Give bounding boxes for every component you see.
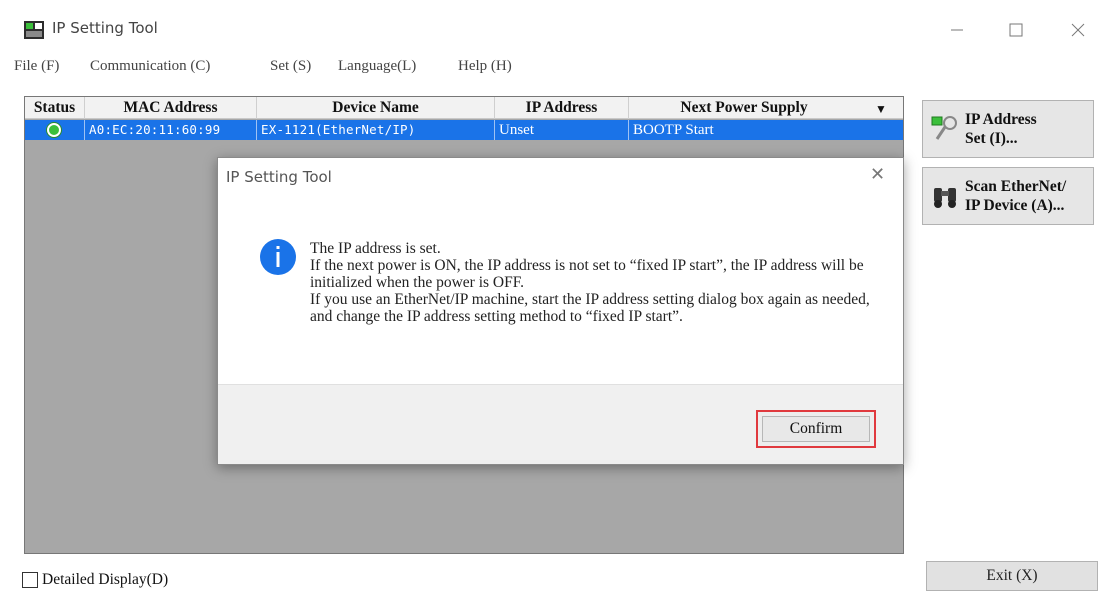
dialog-message: The IP address is set. If the next power…	[310, 240, 870, 325]
ip-address-set-button[interactable]: IP Address Set (I)...	[922, 100, 1094, 158]
close-button[interactable]	[1058, 14, 1098, 46]
device-name-cell: EX-1121(EtherNet/IP)	[257, 120, 495, 140]
mac-cell: A0:EC:20:11:60:99	[85, 120, 257, 140]
column-device-name[interactable]: Device Name	[257, 97, 495, 119]
dialog-title: IP Setting Tool	[226, 168, 332, 186]
app-icon	[24, 21, 44, 39]
checkbox-box[interactable]	[22, 572, 38, 588]
detailed-display-checkbox[interactable]: Detailed Display(D)	[22, 571, 168, 589]
close-icon	[1071, 23, 1085, 37]
column-ip-address[interactable]: IP Address	[495, 97, 629, 119]
menu-communication[interactable]: Communication (C)	[90, 58, 210, 75]
next-power-cell: BOOTP Start	[633, 122, 714, 138]
scan-device-button[interactable]: Scan EtherNet/ IP Device (A)...	[922, 167, 1094, 225]
dialog-footer: Confirm	[218, 384, 903, 464]
title-bar: IP Setting Tool	[0, 0, 1107, 52]
exit-button[interactable]: Exit (X)	[926, 561, 1098, 591]
menu-language[interactable]: Language(L)	[338, 58, 416, 75]
column-next-power-supply[interactable]: Next Power Supply	[629, 97, 859, 119]
message-dialog: IP Setting Tool ✕ The IP address is set.…	[217, 157, 904, 465]
menu-file[interactable]: File (F)	[14, 58, 59, 75]
message-line: If you use an EtherNet/IP machine, start…	[310, 291, 870, 325]
ip-address-cell: Unset	[495, 120, 629, 140]
table-header: Status MAC Address Device Name IP Addres…	[25, 97, 903, 119]
network-settings-icon	[931, 116, 957, 140]
column-status[interactable]: Status	[25, 97, 85, 119]
menu-bar: File (F) Communication (C) Set (S) Langu…	[0, 54, 900, 80]
detailed-display-label: Detailed Display(D)	[42, 571, 169, 588]
minimize-icon	[951, 29, 963, 31]
menu-help[interactable]: Help (H)	[458, 58, 512, 75]
confirm-highlight-box: Confirm	[756, 410, 876, 448]
message-line: If the next power is ON, the IP address …	[310, 257, 864, 291]
maximize-icon	[1009, 23, 1023, 37]
window-title: IP Setting Tool	[52, 19, 158, 37]
menu-set[interactable]: Set (S)	[270, 58, 311, 75]
maximize-button[interactable]	[996, 14, 1036, 46]
status-cell	[25, 120, 85, 140]
message-line: The IP address is set.	[310, 240, 441, 257]
status-online-icon	[47, 123, 61, 137]
binoculars-icon	[934, 188, 956, 208]
scan-device-label: Scan EtherNet/ IP Device (A)...	[965, 178, 1067, 214]
sort-down-icon[interactable]: ▼	[875, 98, 887, 120]
info-icon	[260, 239, 296, 275]
dialog-close-icon[interactable]: ✕	[870, 164, 885, 185]
table-row[interactable]: A0:EC:20:11:60:99 EX-1121(EtherNet/IP) U…	[25, 120, 903, 140]
minimize-button[interactable]	[937, 14, 977, 46]
confirm-button[interactable]: Confirm	[762, 416, 870, 442]
column-mac-address[interactable]: MAC Address	[85, 97, 257, 119]
ip-address-set-label: IP Address Set (I)...	[965, 111, 1037, 147]
